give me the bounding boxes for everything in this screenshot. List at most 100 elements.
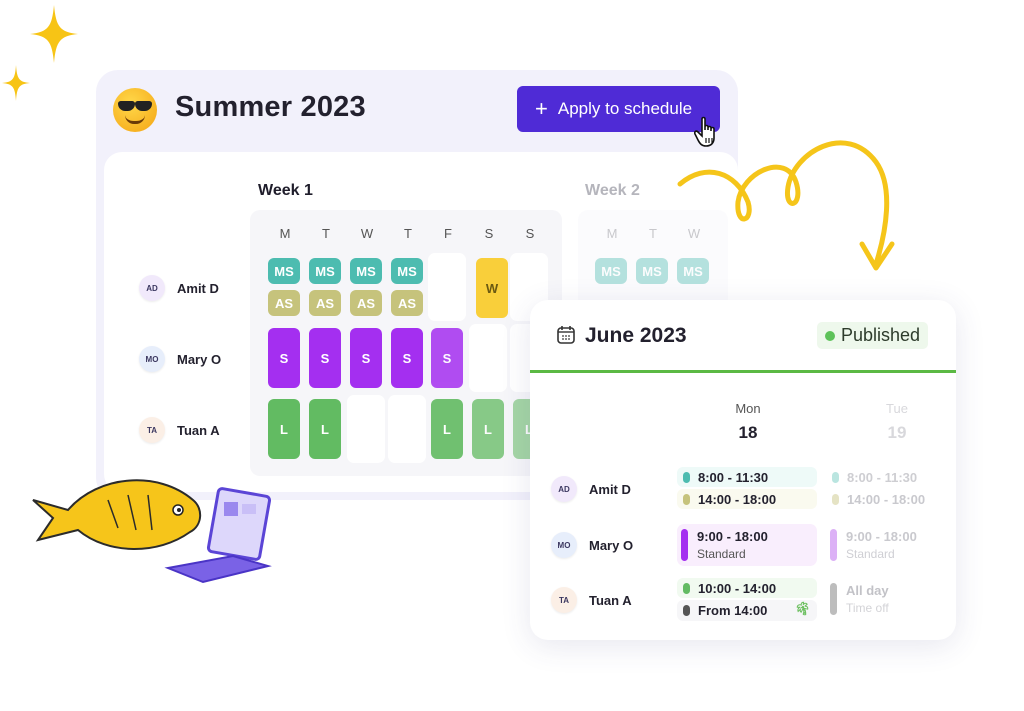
shift-type: Standard bbox=[697, 547, 746, 561]
day-name-mon: Mon bbox=[735, 401, 761, 416]
shift-chip-ms[interactable]: MS bbox=[636, 258, 668, 284]
time-off-slot[interactable]: From 14:00 🌴︎ bbox=[677, 600, 817, 621]
curly-arrow-icon bbox=[677, 140, 895, 271]
shift-time: All day bbox=[846, 583, 889, 598]
shift-slot[interactable]: 14:00 - 18:00 bbox=[826, 489, 936, 509]
shift-color-icon bbox=[832, 471, 839, 483]
avatar: TA bbox=[551, 587, 577, 613]
avatar: MO bbox=[551, 532, 577, 558]
shift-slot[interactable]: 10:00 - 14:00 bbox=[677, 578, 817, 598]
shift-chip-w[interactable]: W bbox=[476, 258, 508, 318]
person-name: Tuan A bbox=[177, 422, 220, 438]
shift-slot[interactable]: 8:00 - 11:30 bbox=[826, 467, 936, 487]
sparkle-icon bbox=[2, 65, 30, 101]
shift-chip-ms[interactable]: MS bbox=[350, 258, 382, 284]
shift-chip-as[interactable]: AS bbox=[268, 290, 300, 316]
shift-color-icon bbox=[683, 471, 690, 483]
empty-cell[interactable] bbox=[347, 395, 385, 463]
shift-chip-s[interactable]: S bbox=[391, 328, 423, 388]
day-header: S bbox=[484, 226, 494, 241]
sunglasses-emoji-icon bbox=[113, 88, 157, 132]
card-person-amit[interactable]: AD Amit D bbox=[551, 476, 631, 502]
person-row-tuan[interactable]: TA Tuan A bbox=[139, 417, 220, 443]
shift-chip-ms[interactable]: MS bbox=[595, 258, 627, 284]
day-date-mon: 18 bbox=[738, 423, 758, 442]
shift-chip-s[interactable]: S bbox=[350, 328, 382, 388]
day-header: T bbox=[649, 226, 657, 241]
shift-time: 8:00 - 11:30 bbox=[698, 469, 769, 485]
shift-slot[interactable]: 8:00 - 11:30 bbox=[677, 467, 817, 487]
status-dot-icon bbox=[825, 330, 835, 341]
card-month-title: June 2023 bbox=[585, 324, 687, 347]
stage: Summer 2023 + Apply to schedule Week 1 W… bbox=[0, 0, 1024, 711]
shift-chip-as[interactable]: AS bbox=[391, 290, 423, 316]
week-1-label: Week 1 bbox=[258, 182, 313, 199]
shift-color-icon bbox=[832, 493, 839, 505]
apply-button-label: Apply to schedule bbox=[557, 99, 693, 118]
shift-type: Time off bbox=[846, 601, 889, 615]
day-header: M bbox=[279, 226, 291, 241]
card-person-tuan[interactable]: TA Tuan A bbox=[551, 587, 632, 613]
person-row-mary[interactable]: MO Mary O bbox=[139, 346, 221, 372]
day-header: S bbox=[525, 226, 535, 241]
day-header: T bbox=[322, 226, 330, 241]
shift-chip-s[interactable]: S bbox=[431, 328, 463, 388]
palm-tree-icon: 🌴︎ bbox=[794, 601, 811, 616]
person-name: Mary O bbox=[589, 537, 634, 553]
time-off-slot[interactable]: All day Time off bbox=[826, 578, 936, 620]
published-status-badge: Published bbox=[817, 322, 929, 349]
avatar: TA bbox=[139, 417, 165, 443]
plus-icon: + bbox=[535, 96, 548, 121]
day-name-tue: Tue bbox=[886, 401, 908, 416]
shift-color-icon bbox=[830, 529, 837, 561]
status-divider bbox=[530, 370, 956, 373]
card-person-mary[interactable]: MO Mary O bbox=[551, 532, 633, 558]
shift-time: 9:00 - 18:00 bbox=[846, 529, 917, 544]
shift-color-icon bbox=[683, 605, 690, 616]
shift-time: 14:00 - 18:00 bbox=[698, 491, 777, 507]
shift-time: 8:00 - 11:30 bbox=[847, 469, 918, 485]
empty-cell[interactable] bbox=[428, 253, 466, 321]
empty-cell[interactable] bbox=[469, 324, 507, 392]
day-date-tue: 19 bbox=[887, 423, 907, 442]
day-header: T bbox=[404, 226, 412, 241]
empty-cell[interactable] bbox=[388, 395, 426, 463]
shift-chip-ms[interactable]: MS bbox=[268, 258, 300, 284]
shift-chip-l[interactable]: L bbox=[431, 399, 463, 459]
shift-color-icon bbox=[683, 493, 690, 505]
shift-chip-ms[interactable]: MS bbox=[391, 258, 423, 284]
shift-type: Standard bbox=[846, 547, 895, 561]
day-header: W bbox=[360, 226, 374, 241]
calendar-icon bbox=[557, 326, 575, 344]
shift-color-icon bbox=[830, 583, 837, 615]
shift-time: From 14:00 bbox=[698, 603, 768, 618]
person-name: Mary O bbox=[177, 351, 222, 367]
avatar: AD bbox=[551, 476, 577, 502]
day-header: F bbox=[444, 226, 452, 241]
shift-chip-l[interactable]: L bbox=[309, 399, 341, 459]
shift-chip-as[interactable]: AS bbox=[309, 290, 341, 316]
template-title: Summer 2023 bbox=[175, 91, 366, 123]
avatar: MO bbox=[139, 346, 165, 372]
shift-time: 9:00 - 18:00 bbox=[697, 529, 768, 544]
shift-slot[interactable]: 9:00 - 18:00 Standard bbox=[677, 524, 817, 566]
person-name: Amit D bbox=[177, 280, 219, 296]
shift-chip-ms[interactable]: MS bbox=[309, 258, 341, 284]
apply-to-schedule-button[interactable]: + Apply to schedule bbox=[517, 86, 720, 132]
shift-chip-l[interactable]: L bbox=[472, 399, 504, 459]
shift-slot[interactable]: 9:00 - 18:00 Standard bbox=[826, 524, 936, 566]
shift-color-icon bbox=[681, 529, 688, 561]
shift-color-icon bbox=[683, 582, 690, 594]
person-row-amit[interactable]: AD Amit D bbox=[139, 275, 219, 301]
sparkle-icon bbox=[30, 5, 78, 63]
shift-chip-as[interactable]: AS bbox=[350, 290, 382, 316]
shift-chip-l[interactable]: L bbox=[268, 399, 300, 459]
shift-chip-s[interactable]: S bbox=[268, 328, 300, 388]
fish-laptop-illustration bbox=[32, 479, 272, 584]
status-label: Published bbox=[841, 325, 921, 345]
shift-time: 10:00 - 14:00 bbox=[698, 580, 777, 596]
person-name: Tuan A bbox=[589, 592, 632, 608]
shift-chip-s[interactable]: S bbox=[309, 328, 341, 388]
shift-slot[interactable]: 14:00 - 18:00 bbox=[677, 489, 817, 509]
week-2-label: Week 2 bbox=[585, 182, 640, 199]
